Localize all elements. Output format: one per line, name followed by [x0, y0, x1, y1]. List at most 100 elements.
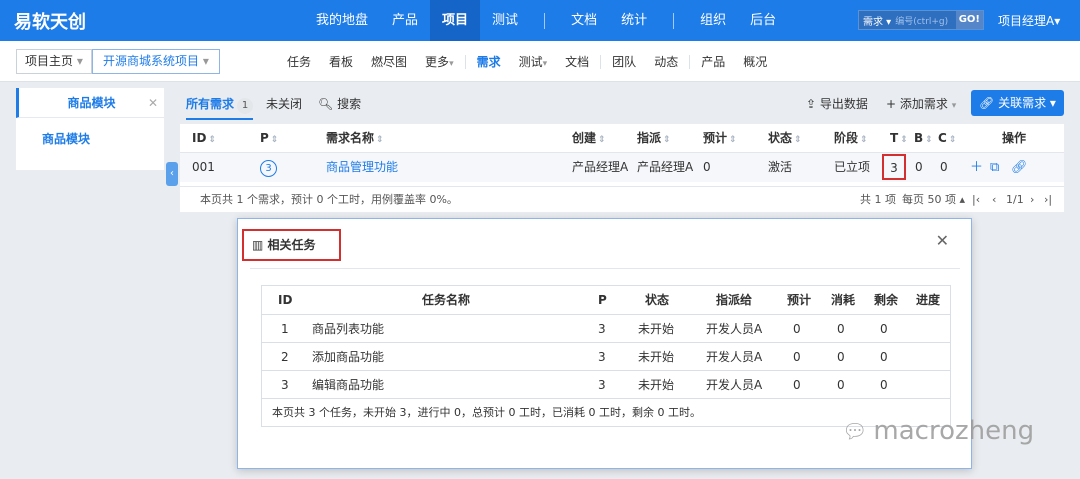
nav-doc[interactable]: 文档	[559, 0, 609, 41]
task-priority: 3	[598, 378, 606, 392]
table-row: 2 添加商品功能 3 未开始 开发人员A 0 0 0	[262, 343, 950, 371]
link-icon[interactable]: 🔗︎	[1011, 153, 1028, 182]
pager-next-icon[interactable]: ›	[1030, 187, 1034, 213]
col-actions: 操作	[1002, 131, 1027, 145]
task-estimate: 0	[793, 378, 801, 392]
nav-divider	[673, 12, 675, 29]
tab-all-stories[interactable]: 所有需求 1	[186, 95, 254, 120]
row-bugs: 0	[915, 160, 923, 174]
search-type-select[interactable]: 需求 ▾	[859, 13, 895, 28]
table-header: ID ⇕ P ⇕ 需求名称 ⇕ 创建 ⇕ 指派 ⇕ 预计 ⇕ 状态 ⇕ 阶段 ⇕ T ⇕ B ⇕ C…	[180, 124, 1064, 153]
plus-icon: +	[886, 97, 897, 111]
col-status: 状态	[645, 293, 670, 307]
col-left: 剩余	[874, 293, 899, 307]
modal-title: ▥ 相关任务	[242, 229, 341, 261]
table-row: 001 3 商品管理功能 产品经理A 产品经理A 0 激活 已立项 3 0 0 …	[180, 153, 1064, 182]
pager-total: 共 1 项	[860, 193, 896, 206]
col-b[interactable]: B ⇕	[914, 124, 933, 155]
task-priority: 3	[598, 322, 606, 336]
nav-product[interactable]: 产品	[380, 0, 430, 41]
col-status[interactable]: 状态 ⇕	[768, 124, 802, 155]
col-estimate: 预计	[787, 293, 812, 307]
col-creator[interactable]: 创建 ⇕	[572, 124, 606, 155]
nav-stats[interactable]: 统计	[609, 0, 659, 41]
col-c[interactable]: C ⇕	[938, 124, 956, 155]
nav-org[interactable]: 组织	[688, 0, 738, 41]
task-left: 0	[880, 350, 888, 364]
project-subnav-bar: 项目主页 ▾ 开源商城系统项目 ▾ 任务 看板 燃尽图 更多▾ 需求 测试▾ 文…	[0, 41, 1080, 82]
tab-burndown[interactable]: 燃尽图	[362, 53, 416, 70]
tab-more[interactable]: 更多▾	[416, 53, 463, 70]
modal-divider	[250, 268, 960, 269]
pager-first-icon[interactable]: |‹	[972, 187, 980, 213]
col-id: ID	[278, 293, 293, 307]
subnav-divider	[464, 54, 466, 69]
breadcrumb-project[interactable]: 开源商城系统项目 ▾	[92, 49, 220, 74]
export-button[interactable]: ⇪ 导出数据	[806, 95, 868, 112]
tab-dynamic[interactable]: 动态	[645, 53, 687, 70]
module-sidebar: 商品模块 ✕ 商品模块	[16, 88, 164, 170]
tab-product[interactable]: 产品	[692, 53, 734, 70]
col-assignee: 指派给	[716, 293, 753, 307]
task-name[interactable]: 商品列表功能	[312, 315, 384, 343]
add-task-icon[interactable]: ＋	[970, 153, 983, 182]
col-p[interactable]: P ⇕	[260, 124, 278, 155]
nav-project[interactable]: 项目	[430, 0, 481, 41]
priority-badge: 3	[260, 153, 277, 182]
pager-last-icon[interactable]: ›|	[1044, 187, 1052, 213]
col-assignee[interactable]: 指派 ⇕	[637, 124, 671, 155]
module-sidebar-header[interactable]: 商品模块 ✕	[16, 88, 164, 118]
col-id[interactable]: ID ⇕	[192, 124, 216, 155]
link-icon: 🔗︎	[979, 96, 995, 110]
tab-overview[interactable]: 概况	[734, 53, 776, 70]
nav-test[interactable]: 测试	[480, 0, 530, 41]
row-cases: 0	[940, 160, 948, 174]
col-name[interactable]: 需求名称 ⇕	[326, 124, 384, 155]
add-story-button[interactable]: + 添加需求 ▾	[886, 95, 956, 112]
task-consumed: 0	[837, 378, 845, 392]
batch-create-icon[interactable]: ⧉	[990, 153, 999, 182]
tab-task[interactable]: 任务	[278, 53, 320, 70]
global-search: 需求 ▾ 编号(ctrl+g) GO!	[858, 10, 984, 30]
close-icon[interactable]: ✕	[148, 88, 158, 118]
nav-admin[interactable]: 后台	[738, 0, 788, 41]
subnav-divider	[689, 54, 691, 69]
task-status: 未开始	[638, 378, 675, 392]
pager-prev-icon[interactable]: ‹	[992, 187, 996, 213]
tab-kanban[interactable]: 看板	[320, 53, 362, 70]
task-count-link[interactable]: 3	[882, 153, 906, 183]
story-name-link[interactable]: 商品管理功能	[326, 153, 398, 182]
col-progress: 进度	[916, 293, 941, 307]
col-stage[interactable]: 阶段 ⇕	[834, 124, 868, 155]
task-table: ID 任务名称 P 状态 指派给 预计 消耗 剩余 进度 1 商品列表功能 3 …	[261, 285, 951, 427]
search-go-button[interactable]: GO!	[955, 11, 983, 29]
task-estimate: 0	[793, 350, 801, 364]
task-name[interactable]: 添加商品功能	[312, 343, 384, 371]
nav-my[interactable]: 我的地盘	[304, 0, 380, 41]
sidebar-item-module[interactable]: 商品模块	[16, 130, 164, 147]
row-assignee[interactable]: 产品经理A	[637, 153, 693, 182]
story-toolbar: 所有需求 1 未关闭 🔍︎ 搜索 ⇪ 导出数据 + 添加需求 ▾ 🔗︎ 关联需求 …	[180, 88, 1064, 120]
project-subnav: 任务 看板 燃尽图 更多▾ 需求 测试▾ 文档 团队 动态 产品 概况	[278, 41, 776, 82]
tab-unclosed[interactable]: 未关闭	[266, 95, 302, 112]
sidebar-collapse-button[interactable]: ‹	[166, 162, 178, 186]
col-p: P	[598, 293, 607, 307]
breadcrumb-home[interactable]: 项目主页 ▾	[16, 49, 92, 74]
table-row: 3 编辑商品功能 3 未开始 开发人员A 0 0 0	[262, 371, 950, 399]
link-story-button[interactable]: 🔗︎ 关联需求 ▾	[971, 90, 1064, 116]
brand-logo[interactable]: 易软天创	[14, 8, 86, 34]
tab-doc[interactable]: 文档	[556, 53, 598, 70]
story-table: ID ⇕ P ⇕ 需求名称 ⇕ 创建 ⇕ 指派 ⇕ 预计 ⇕ 状态 ⇕ 阶段 ⇕ T ⇕ B ⇕ C…	[180, 124, 1064, 212]
task-status: 未开始	[638, 350, 675, 364]
task-name[interactable]: 编辑商品功能	[312, 371, 384, 399]
col-estimate[interactable]: 预计 ⇕	[703, 124, 737, 155]
col-t[interactable]: T ⇕	[890, 124, 908, 155]
tab-team[interactable]: 团队	[603, 53, 645, 70]
tab-story[interactable]: 需求	[468, 53, 510, 70]
close-icon[interactable]: ✕	[936, 231, 949, 250]
search-input[interactable]: 编号(ctrl+g)	[895, 14, 956, 27]
pager-per-page[interactable]: 每页 50 项 ▴	[902, 187, 965, 213]
tab-test[interactable]: 测试▾	[510, 53, 557, 70]
user-menu[interactable]: 项目经理A▾	[998, 12, 1060, 29]
search-toggle[interactable]: 🔍︎ 搜索	[318, 95, 361, 112]
